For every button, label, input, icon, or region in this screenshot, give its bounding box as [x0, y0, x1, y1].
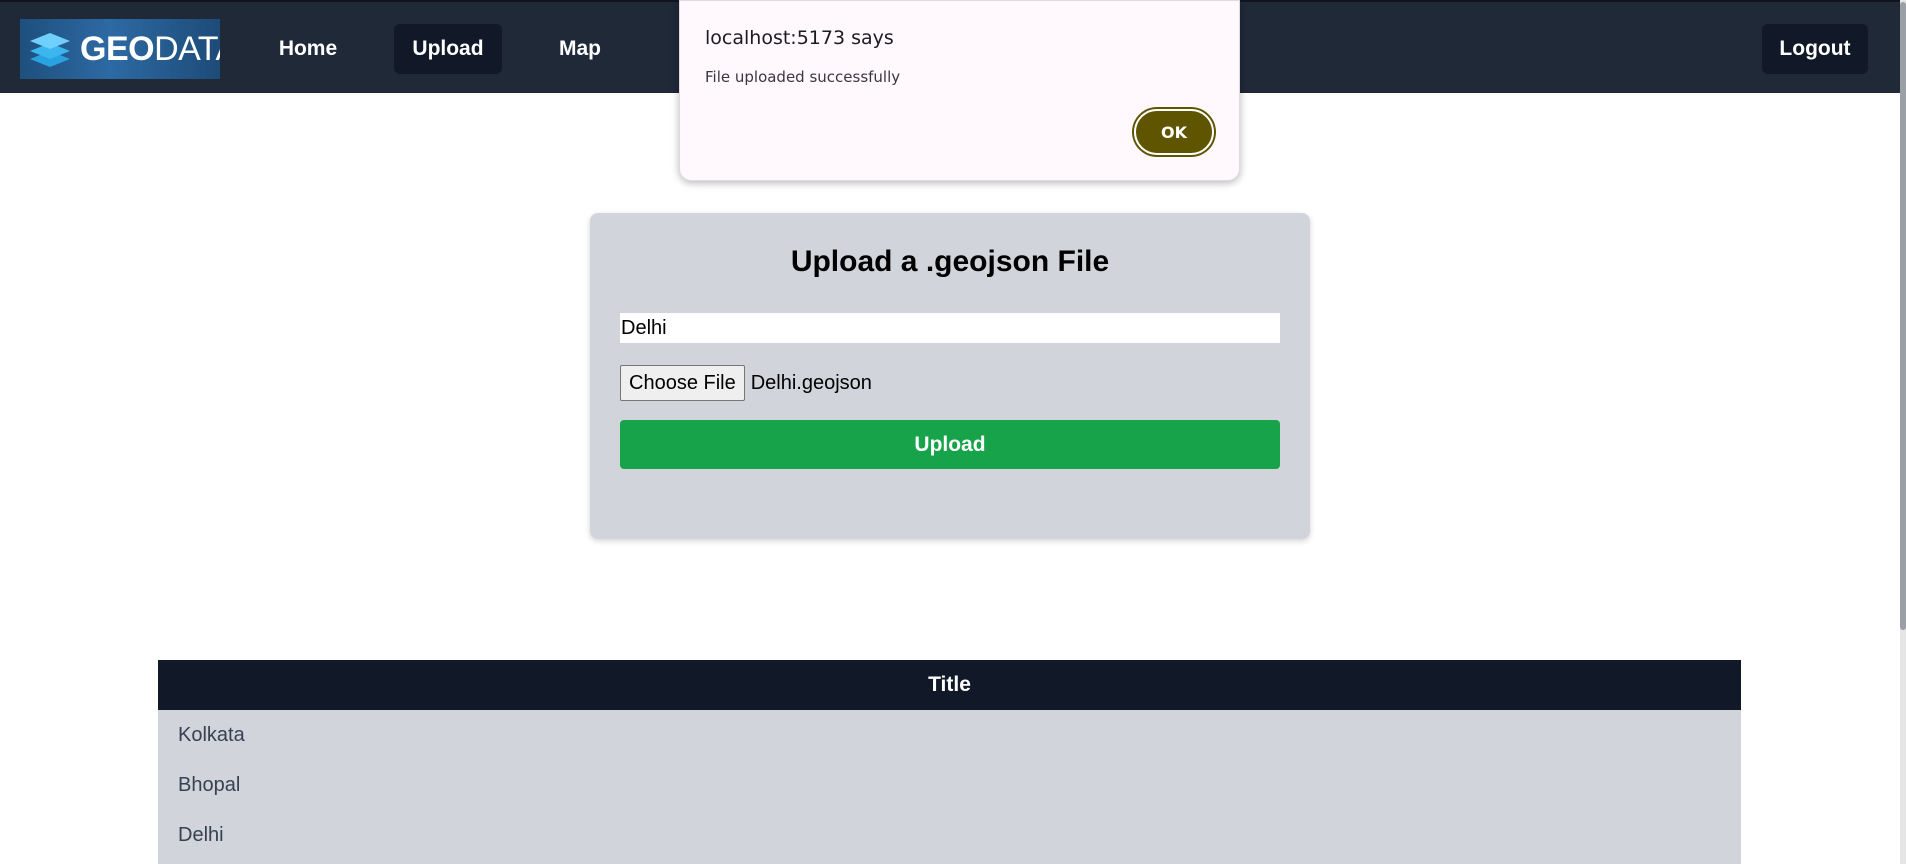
stacked-layers-icon — [28, 29, 72, 69]
dialog-message: File uploaded successfully — [705, 68, 901, 86]
title-input[interactable] — [620, 313, 1280, 343]
table-row[interactable]: Bhopal — [158, 760, 1741, 810]
logo-text: GEODATA — [80, 32, 220, 66]
logout-button[interactable]: Logout — [1762, 24, 1868, 74]
upload-card-title: Upload a .geojson File — [790, 245, 1110, 278]
dialog-title: localhost:5173 says — [705, 27, 894, 49]
logo-text-light: DATA — [154, 30, 220, 68]
choose-file-button[interactable]: Choose File — [620, 365, 745, 401]
nav-upload[interactable]: Upload — [394, 24, 502, 74]
app-window: GEODATA Home Upload Map Logout Upload a … — [0, 0, 1906, 864]
page-scrollbar[interactable] — [1900, 0, 1906, 864]
file-picker: Choose File Delhi.geojson — [620, 365, 872, 401]
files-table: Title Kolkata Bhopal Delhi — [158, 660, 1741, 864]
logo[interactable]: GEODATA — [20, 19, 220, 79]
alert-dialog: localhost:5173 says File uploaded succes… — [679, 0, 1240, 181]
selected-file-name: Delhi.geojson — [750, 371, 872, 394]
upload-card: Upload a .geojson File Choose File Delhi… — [590, 213, 1310, 539]
table-body: Kolkata Bhopal Delhi — [158, 710, 1741, 864]
table-row[interactable]: Kolkata — [158, 710, 1741, 760]
nav-home[interactable]: Home — [254, 24, 362, 74]
scrollbar-thumb[interactable] — [1900, 2, 1906, 630]
upload-button[interactable]: Upload — [620, 420, 1280, 469]
nav-map[interactable]: Map — [530, 24, 630, 74]
ok-button[interactable]: OK — [1134, 109, 1214, 155]
table-header-title: Title — [158, 660, 1741, 710]
table-row[interactable]: Delhi — [158, 810, 1741, 860]
logo-text-bold: GEO — [80, 30, 155, 68]
